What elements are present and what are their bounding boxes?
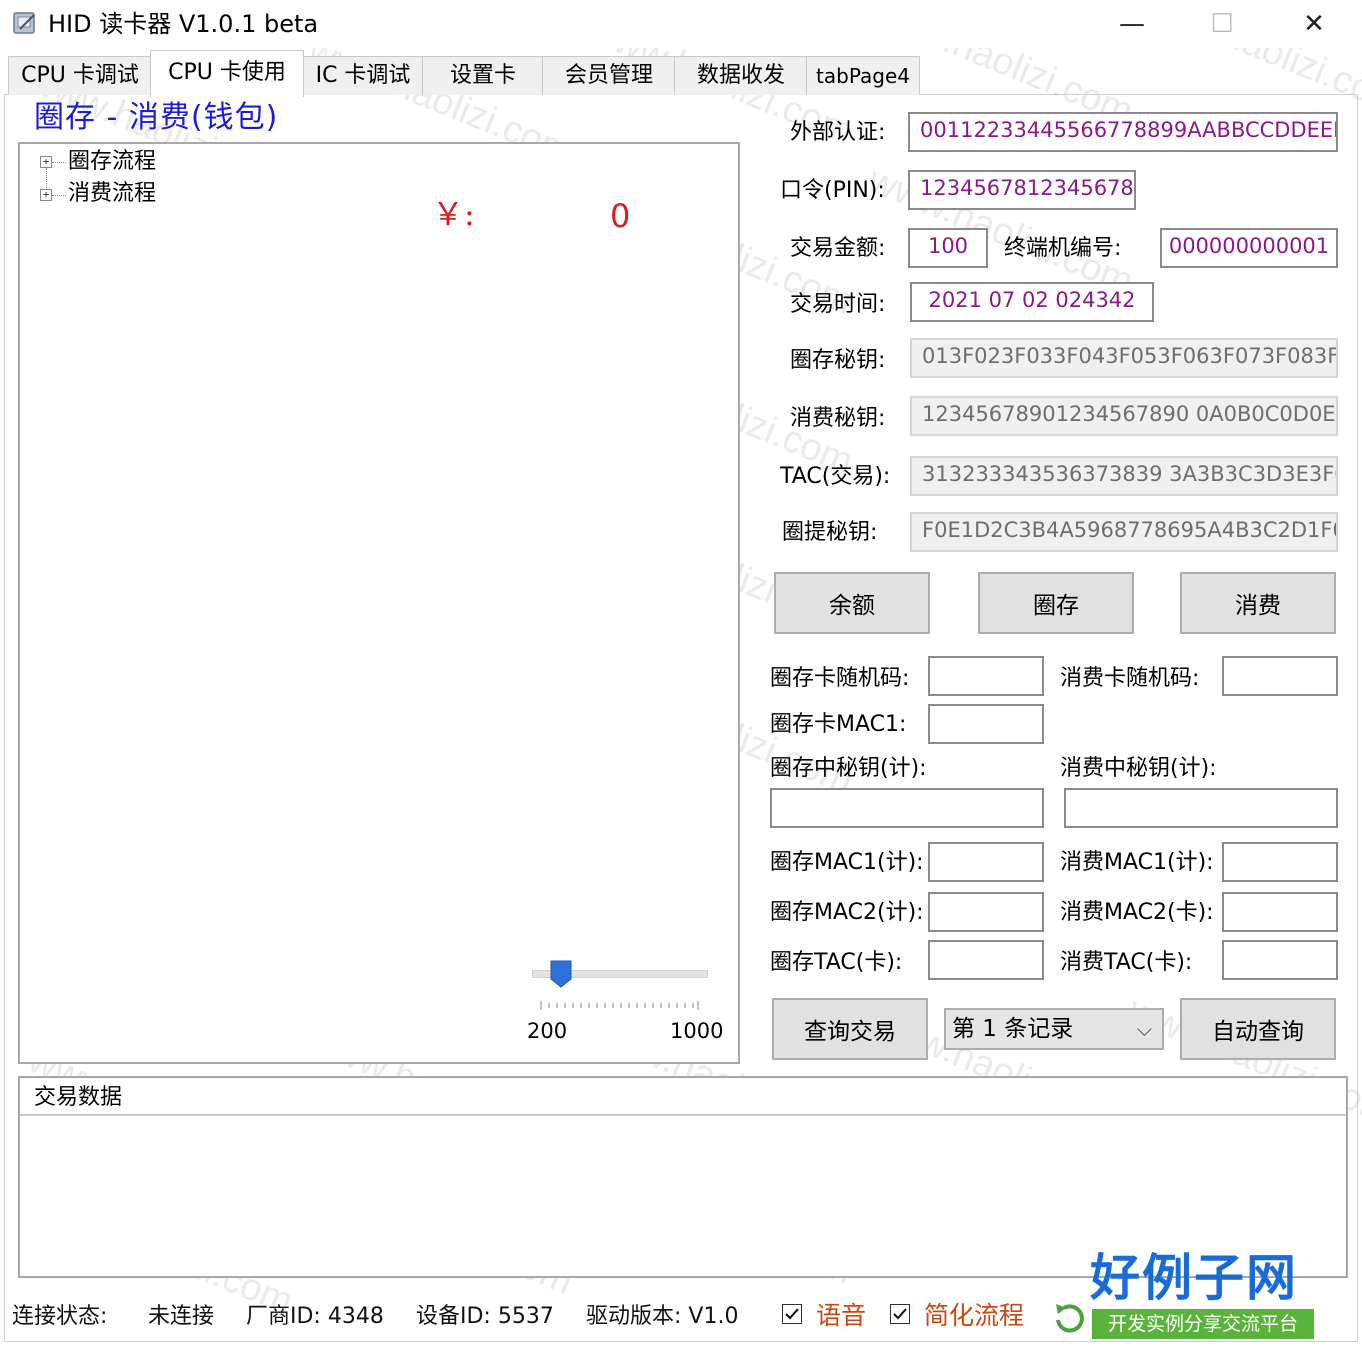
purchase-random-label: 消费卡随机码: [1060, 666, 1200, 691]
terminal-no-field[interactable]: 000000000001 [1160, 228, 1338, 268]
ext-auth-label: 外部认证: [790, 120, 886, 145]
load-mac1-calc-label: 圈存MAC1(计): [770, 850, 924, 875]
purchase-mac1-calc-field[interactable] [1222, 842, 1338, 882]
slider-max-label: 1000 [670, 1019, 724, 1043]
expand-icon[interactable]: + [40, 189, 52, 201]
record-select-value: 第 1 条记录 [952, 1016, 1074, 1042]
load-random-field[interactable] [928, 656, 1044, 696]
load-button[interactable]: 圈存 [978, 572, 1134, 634]
load-mac1-calc-field[interactable] [928, 842, 1044, 882]
trade-time-field[interactable]: 2021 07 02 024342 [910, 282, 1154, 322]
device-id: 设备ID: 5537 [416, 1304, 554, 1329]
trade-time-label: 交易时间: [790, 292, 886, 317]
trade-amount-label: 交易金额: [790, 236, 886, 261]
purchase-session-key-field[interactable] [1064, 788, 1338, 828]
load-mac1-card-label: 圈存卡MAC1: [770, 712, 907, 737]
tab-ic-debug[interactable]: IC 卡调试 [302, 56, 424, 95]
purchase-session-key-label: 消费中秘钥(计): [1060, 756, 1217, 781]
minimize-button[interactable]: — [1086, 0, 1178, 48]
balance-button[interactable]: 余额 [774, 572, 930, 634]
purchase-mac2-card-label: 消费MAC2(卡): [1060, 900, 1214, 925]
trade-data-header [20, 1080, 1346, 1116]
load-random-label: 圈存卡随机码: [770, 666, 910, 691]
load-mac1-card-field[interactable] [928, 704, 1044, 744]
query-trade-button[interactable]: 查询交易 [772, 998, 928, 1060]
currency-label: ￥: [432, 195, 475, 233]
load-session-key-field[interactable] [770, 788, 1044, 828]
terminal-no-label: 终端机编号: [1004, 236, 1122, 261]
purchase-random-field[interactable] [1222, 656, 1338, 696]
close-button[interactable]: ✕ [1268, 0, 1360, 48]
load-key-label: 圈存秘钥: [790, 348, 886, 373]
purchase-key-field[interactable]: 12345678901234567890 0A0B0C0D0E0F [910, 396, 1338, 436]
purchase-mac1-calc-label: 消费MAC1(计): [1060, 850, 1214, 875]
record-select[interactable]: 第 1 条记录 ⌵ [944, 1008, 1164, 1050]
driver-version: 驱动版本: V1.0 [586, 1304, 739, 1329]
voice-label[interactable]: 语音 [816, 1301, 866, 1331]
trade-data-column-header[interactable]: 交易数据 [34, 1082, 122, 1114]
chevron-down-icon: ⌵ [1136, 1017, 1152, 1041]
voice-checkbox[interactable] [782, 1304, 802, 1324]
tab-page4[interactable]: tabPage4 [806, 56, 920, 95]
group-title: 圈存 - 消费(钱包) [34, 100, 279, 135]
pin-label: 口令(PIN): [780, 178, 885, 203]
auto-query-button[interactable]: 自动查询 [1180, 998, 1336, 1060]
purchase-key-label: 消费秘钥: [790, 406, 886, 431]
load-mac2-calc-label: 圈存MAC2(计): [770, 900, 924, 925]
unload-key-label: 圈提秘钥: [782, 520, 878, 545]
pin-field[interactable]: 1234567812345678 [908, 170, 1136, 210]
maximize-button[interactable]: ☐ [1176, 0, 1268, 48]
refresh-icon [1052, 1300, 1088, 1334]
slider-min-label: 200 [527, 1019, 568, 1043]
tab-cpu-debug[interactable]: CPU 卡调试 [8, 56, 152, 95]
tab-data-transfer[interactable]: 数据收发 [674, 56, 808, 95]
slider-thumb[interactable] [550, 960, 572, 988]
trade-amount-field[interactable]: 100 [908, 228, 988, 268]
tac-key-field[interactable]: 313233343536373839 3A3B3C3D3E3F00 [910, 456, 1338, 496]
load-tac-card-field[interactable] [928, 940, 1044, 980]
connection-status-value: 未连接 [148, 1304, 215, 1329]
unload-key-field[interactable]: F0E1D2C3B4A5968778695A4B3C2D1F00 [910, 512, 1338, 552]
tree-item-purchase-flow[interactable]: 消费流程 [68, 179, 156, 209]
purchase-tac-card-label: 消费TAC(卡): [1060, 950, 1193, 975]
watermark-logo-title: 好例子网 [1090, 1249, 1298, 1307]
balance-amount: 0 [610, 197, 631, 235]
expand-icon[interactable]: + [40, 156, 52, 168]
load-mac2-calc-field[interactable] [928, 892, 1044, 932]
watermark-logo-subtitle: 开发实例分享交流平台 [1092, 1309, 1314, 1339]
load-tac-card-label: 圈存TAC(卡): [770, 950, 903, 975]
purchase-tac-card-field[interactable] [1222, 940, 1338, 980]
vendor-id: 厂商ID: 4348 [246, 1304, 384, 1329]
slider-ticks [540, 996, 700, 1010]
purchase-mac2-card-field[interactable] [1222, 892, 1338, 932]
connection-status-label: 连接状态: [12, 1304, 108, 1329]
app-icon [12, 10, 38, 36]
tab-settings-card[interactable]: 设置卡 [422, 56, 544, 95]
tree-connector [52, 162, 66, 163]
ext-auth-field[interactable]: 00112233445566778899AABBCCDDEEFF [908, 112, 1338, 152]
load-key-field[interactable]: 013F023F033F043F053F063F073F083F [910, 338, 1338, 378]
simplified-flow-label[interactable]: 简化流程 [924, 1301, 1024, 1331]
load-session-key-label: 圈存中秘钥(计): [770, 756, 927, 781]
tab-cpu-use[interactable]: CPU 卡使用 [150, 50, 304, 97]
flow-tree-panel [18, 142, 740, 1064]
tree-item-load-flow[interactable]: 圈存流程 [68, 147, 156, 177]
tab-member-manage[interactable]: 会员管理 [542, 56, 676, 95]
tree-connector [52, 195, 66, 196]
window-title: HID 读卡器 V1.0.1 beta [48, 10, 319, 38]
tac-key-label: TAC(交易): [780, 464, 891, 489]
purchase-button[interactable]: 消费 [1180, 572, 1336, 634]
simplified-flow-checkbox[interactable] [890, 1304, 910, 1324]
